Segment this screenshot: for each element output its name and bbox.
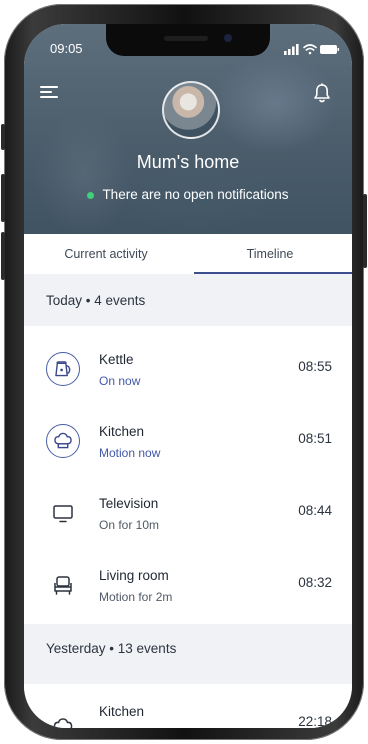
- chef-hat-icon: [46, 710, 80, 728]
- today-events-list: Kettle On now 08:55 Kitchen Motion now 0…: [24, 326, 352, 630]
- tab-timeline[interactable]: Timeline: [188, 234, 352, 274]
- event-row[interactable]: Television On for 10m 08:44: [24, 478, 352, 550]
- event-time: 08:55: [298, 359, 332, 374]
- home-title: Mum's home: [136, 152, 240, 172]
- event-status: Motion for 2m: [99, 590, 173, 604]
- notch: [106, 24, 270, 56]
- event-time: 08:32: [298, 575, 332, 590]
- event-name: Television: [99, 496, 159, 511]
- section-header-today: Today • 4 events: [24, 276, 352, 326]
- status-dot-icon: [87, 191, 95, 199]
- phone-frame: 09:05 Mum's home There are no open notif…: [1, 4, 367, 740]
- section-title-today: Today • 4 events: [46, 293, 146, 308]
- status-time: 09:05: [50, 41, 83, 56]
- event-row[interactable]: Kettle On now 08:55: [24, 334, 352, 406]
- event-name: Living room: [99, 568, 169, 583]
- event-time: 08:44: [298, 503, 332, 518]
- event-row[interactable]: Living room Motion for 2m 08:32: [24, 550, 352, 622]
- menu-icon[interactable]: [40, 84, 60, 100]
- yesterday-events-list: Kitchen 22:18: [24, 684, 352, 728]
- kettle-icon: [46, 352, 80, 386]
- wifi-icon: [303, 44, 317, 55]
- power-button: [363, 194, 367, 268]
- notification-status: There are no open notifications: [24, 187, 352, 202]
- tab-current-activity[interactable]: Current activity: [24, 234, 188, 274]
- avatar[interactable]: [162, 81, 220, 139]
- volume-up-button: [1, 174, 5, 222]
- bell-icon[interactable]: [312, 82, 332, 104]
- event-name: Kitchen: [99, 424, 145, 439]
- notification-text: There are no open notifications: [102, 187, 289, 202]
- event-status: Motion now: [99, 446, 161, 460]
- chef-hat-icon: [46, 424, 80, 458]
- event-row[interactable]: Kitchen 22:18: [24, 692, 352, 728]
- armchair-icon: [46, 568, 80, 602]
- event-status: On for 10m: [99, 518, 160, 532]
- event-row[interactable]: Kitchen Motion now 08:51: [24, 406, 352, 478]
- front-camera: [224, 34, 232, 42]
- section-title-yesterday: Yesterday • 13 events: [46, 641, 177, 656]
- tv-icon: [46, 496, 80, 530]
- status-icons: [284, 44, 340, 55]
- battery-icon: [320, 45, 340, 54]
- event-time: 22:18: [298, 714, 332, 728]
- signal-icon: [284, 44, 299, 55]
- mute-switch: [1, 124, 5, 150]
- tab-bar: Current activity Timeline: [24, 234, 352, 274]
- event-status: On now: [99, 374, 141, 388]
- app-screen: 09:05 Mum's home There are no open notif…: [24, 24, 352, 728]
- event-time: 08:51: [298, 431, 332, 446]
- event-name: Kettle: [99, 352, 134, 367]
- event-name: Kitchen: [99, 704, 145, 719]
- section-header-yesterday: Yesterday • 13 events: [24, 624, 352, 674]
- speaker-grille: [164, 36, 208, 41]
- volume-down-button: [1, 232, 5, 280]
- active-tab-indicator: [194, 272, 352, 274]
